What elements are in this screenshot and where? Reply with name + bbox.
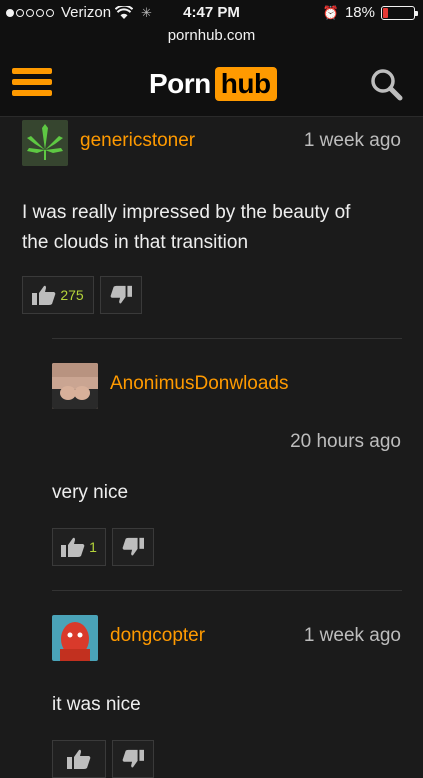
dislike-button[interactable] [112, 740, 154, 778]
like-button[interactable]: 275 [22, 276, 94, 314]
like-count: 275 [60, 287, 84, 303]
cannabis-leaf-avatar[interactable] [22, 120, 68, 166]
thumbs-down-icon [122, 537, 144, 556]
site-header: Porn hub [0, 50, 423, 117]
thumbs-up-icon [32, 285, 56, 305]
comment-text-line: I was really impressed by the beauty of [22, 202, 351, 223]
comment-text: it was nice [52, 694, 141, 715]
thumbs-up-icon [61, 537, 85, 557]
reply-divider [52, 338, 402, 339]
like-button[interactable] [52, 740, 106, 778]
reply-divider [52, 590, 402, 591]
battery-icon [381, 5, 418, 20]
battery-percent: 18% [344, 4, 375, 21]
dislike-button[interactable] [112, 528, 154, 566]
alarm-icon: ⏰ [322, 4, 339, 20]
comment-time: 1 week ago [303, 625, 401, 646]
comment-text-line: the clouds in that transition [22, 232, 249, 253]
like-count: 1 [89, 539, 97, 555]
search-icon[interactable] [369, 67, 403, 101]
comment-time: 1 week ago [303, 130, 401, 151]
red-character-avatar[interactable] [52, 615, 98, 661]
thumbs-down-icon [122, 749, 144, 768]
thumbs-up-icon [67, 749, 91, 769]
status-right: ⏰ 18% [322, 4, 418, 21]
thumbs-down-icon [110, 285, 132, 304]
user-photo-avatar[interactable] [52, 363, 98, 409]
logo-text-part1: Porn [149, 68, 211, 99]
dislike-button[interactable] [100, 276, 142, 314]
status-bar: Verizon ✳ 4:47 PM ⏰ 18% [0, 0, 423, 26]
like-button[interactable]: 1 [52, 528, 106, 566]
hamburger-menu-icon[interactable] [12, 68, 52, 102]
comment-username[interactable]: dongcopter [110, 625, 205, 647]
comment-username[interactable]: AnonimusDonwloads [110, 373, 289, 395]
comment-text: I was really impressed by the beauty of … [22, 198, 407, 258]
url-bar[interactable]: pornhub.com [0, 26, 423, 50]
comment-text: very nice [52, 482, 129, 503]
comment-time: 20 hours ago [290, 431, 401, 452]
site-logo[interactable]: Porn hub [149, 67, 277, 101]
logo-text-part2: hub [214, 67, 277, 101]
comment-username[interactable]: genericstoner [80, 130, 195, 152]
